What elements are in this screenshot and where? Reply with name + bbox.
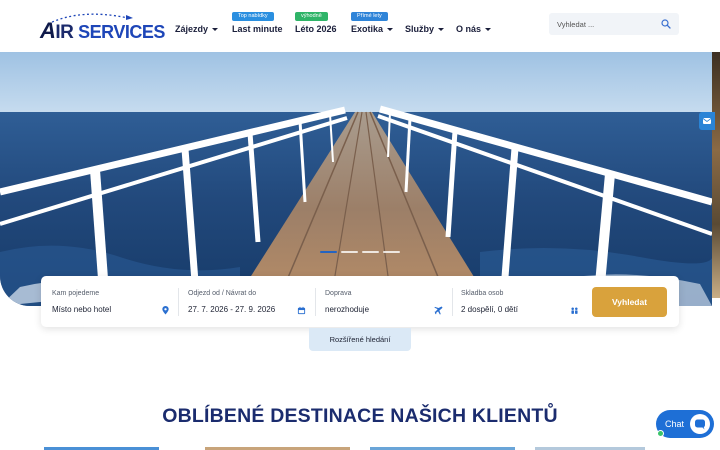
field-label: Doprava xyxy=(325,290,352,297)
nav-label: Léto 2026 xyxy=(295,24,337,34)
badge-top-nabidky: Top nabídky xyxy=(232,12,274,21)
hero-image xyxy=(0,52,712,306)
field-value: 2 dospělí, 0 dětí xyxy=(461,305,518,314)
pier-photo xyxy=(0,52,712,306)
search-submit-button[interactable]: Vyhledat xyxy=(592,287,667,317)
nav-item-exotika[interactable]: Exotika xyxy=(351,24,394,34)
destination-field[interactable]: Kam pojedeme Místo nebo hotel xyxy=(52,284,170,320)
slider-dot-2[interactable] xyxy=(341,251,358,253)
chevron-down-icon xyxy=(438,28,445,32)
nav-label: Služby xyxy=(405,24,435,34)
section-title: OBLÍBENÉ DESTINACE NAŠICH KLIENTŮ xyxy=(162,405,558,427)
map-pin-icon xyxy=(162,306,169,315)
badge-prime-lety: Přímé lety xyxy=(351,12,388,21)
site-header: AIR SERVICES Zájezdy Top nabídky Last mi… xyxy=(0,0,720,52)
field-label: Kam pojedeme xyxy=(52,290,100,297)
field-label: Skladba osob xyxy=(461,290,504,297)
mail-icon xyxy=(702,118,712,124)
nav-item-last-minute[interactable]: Last minute xyxy=(232,24,283,34)
plane-icon xyxy=(434,306,443,315)
logo[interactable]: AIR SERVICES xyxy=(40,12,165,43)
field-label: Odjezd od / Návrat do xyxy=(188,290,257,297)
hero-next-slide-peek xyxy=(712,52,720,298)
logo-text: AIR SERVICES xyxy=(40,18,165,43)
chevron-down-icon xyxy=(485,28,492,32)
nav-item-zajezdy[interactable]: Zájezdy xyxy=(175,24,219,34)
slider-dot-4[interactable] xyxy=(383,251,400,253)
slider-dot-1[interactable] xyxy=(320,251,337,253)
badge-vyhodne: výhodně xyxy=(295,12,328,21)
page: AIR SERVICES Zájezdy Top nabídky Last mi… xyxy=(0,0,720,450)
chevron-down-icon xyxy=(212,28,219,32)
online-status-dot xyxy=(657,430,664,437)
calendar-icon xyxy=(297,306,306,315)
nav-label: O nás xyxy=(456,24,482,34)
slider-dot-3[interactable] xyxy=(362,251,379,253)
search-box xyxy=(549,13,679,35)
chat-icon xyxy=(695,419,705,430)
chat-bubble-icon xyxy=(690,414,710,434)
dates-field[interactable]: Odjezd od / Návrat do 27. 7. 2026 - 27. … xyxy=(188,284,306,320)
chat-label: Chat xyxy=(665,419,685,429)
nav-label: Last minute xyxy=(232,24,283,34)
chevron-down-icon xyxy=(387,28,394,32)
booking-search-panel: Kam pojedeme Místo nebo hotel Odjezd od … xyxy=(41,276,679,327)
nav-label: Exotika xyxy=(351,24,384,34)
people-icon xyxy=(571,307,578,314)
search-icon[interactable] xyxy=(661,19,671,29)
side-mail-tab[interactable] xyxy=(699,112,715,130)
divider xyxy=(452,288,453,316)
nav-item-o-nas[interactable]: O nás xyxy=(456,24,492,34)
nav-label: Zájezdy xyxy=(175,24,209,34)
people-field[interactable]: Skladba osob 2 dospělí, 0 dětí xyxy=(461,284,579,320)
search-input[interactable] xyxy=(557,17,657,31)
nav-item-leto-2026[interactable]: Léto 2026 xyxy=(295,24,337,34)
nav-item-sluzby[interactable]: Služby xyxy=(405,24,445,34)
advanced-search-button[interactable]: Rozšířené hledání xyxy=(309,328,411,351)
field-value: Místo nebo hotel xyxy=(52,305,112,314)
field-value: nerozhoduje xyxy=(325,305,370,314)
field-value: 27. 7. 2026 - 27. 9. 2026 xyxy=(188,305,276,314)
chat-button[interactable]: Chat xyxy=(656,410,714,438)
transport-field[interactable]: Doprava nerozhoduje xyxy=(325,284,443,320)
divider xyxy=(178,288,179,316)
divider xyxy=(315,288,316,316)
